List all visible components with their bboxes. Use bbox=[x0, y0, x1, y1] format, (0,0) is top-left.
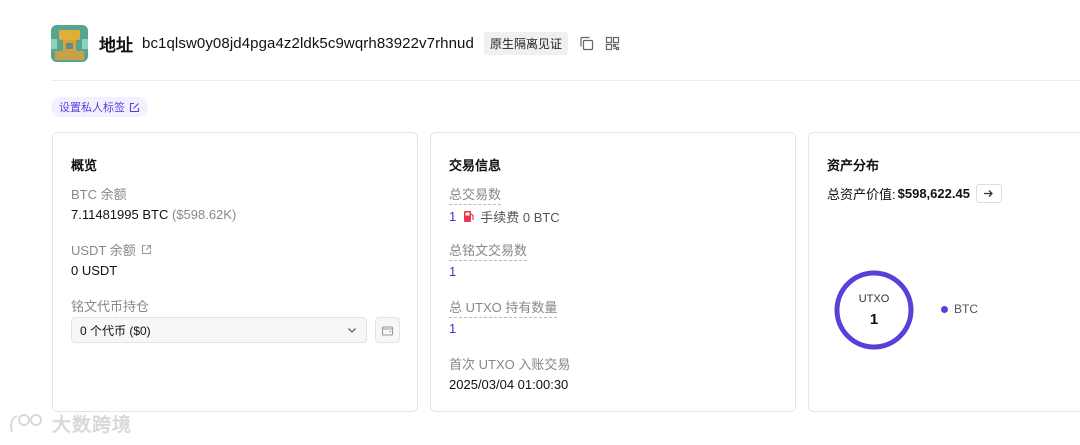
asset-distribution-title: 资产分布 bbox=[827, 158, 880, 173]
inscription-holdings-select[interactable]: 0 个代币 ($0) bbox=[71, 317, 367, 343]
qr-code-icon[interactable] bbox=[604, 35, 621, 52]
address-label: 地址 bbox=[99, 35, 133, 55]
chevron-down-icon bbox=[348, 328, 356, 333]
utxo-donut-chart bbox=[834, 270, 914, 350]
overview-card: 概览 BTC 余额 7.11481995 BTC ($598.62K) USDT… bbox=[52, 132, 418, 412]
arrow-right-icon bbox=[984, 190, 994, 197]
legend-item-btc[interactable]: BTC bbox=[941, 302, 978, 316]
gas-pump-icon bbox=[464, 211, 474, 222]
total-asset-value: $598,622.45 bbox=[897, 186, 970, 201]
transaction-info-title: 交易信息 bbox=[449, 158, 502, 173]
total-asset-arrow-button[interactable] bbox=[975, 184, 1002, 203]
total-tx-row: 1 手续费 0 BTC bbox=[449, 207, 560, 226]
wallet-button[interactable] bbox=[375, 317, 400, 343]
first-utxo-label: 首次 UTXO 入账交易 bbox=[449, 357, 571, 372]
asset-distribution-card: 资产分布 总资产价值: $598,622.45 UTXO 1 BTC bbox=[808, 132, 1080, 412]
watermark: 大数跨境 bbox=[8, 410, 132, 437]
utxo-count-value[interactable]: 1 bbox=[449, 321, 456, 336]
donut-label: UTXO bbox=[858, 293, 890, 305]
set-private-tag-label: 设置私人标签 bbox=[59, 102, 125, 114]
donut-value: 1 bbox=[869, 311, 879, 328]
watermark-logo-icon bbox=[10, 413, 42, 432]
address-value: bc1qlsw0y08jd4pga4z2ldk5c9wqrh83922v7rhn… bbox=[142, 34, 474, 52]
watermark-text: 大数跨境 bbox=[52, 415, 133, 436]
legend-label: BTC bbox=[954, 302, 978, 316]
first-utxo-value: 2025/03/04 01:00:30 bbox=[449, 377, 569, 392]
total-asset-row: 总资产价值: $598,622.45 bbox=[827, 184, 1002, 203]
address-avatar bbox=[51, 24, 88, 62]
copy-icon[interactable] bbox=[578, 35, 595, 52]
inscription-holdings-value: 0 个代币 ($0) bbox=[80, 323, 151, 338]
total-tx-value[interactable]: 1 bbox=[449, 209, 456, 224]
overview-title: 概览 bbox=[71, 158, 98, 173]
header-divider bbox=[51, 80, 1080, 81]
transaction-info-card: 交易信息 总交易数 1 手续费 0 BTC 总铭文交易数 1 总 UTXO 持有… bbox=[430, 132, 796, 412]
wallet-icon bbox=[381, 325, 394, 336]
fee-text: 手续费 0 BTC bbox=[480, 210, 560, 225]
address-header: 地址 bc1qlsw0y08jd4pga4z2ldk5c9wqrh83922v7… bbox=[51, 24, 621, 62]
btc-balance-label: BTC 余额 bbox=[71, 187, 127, 202]
edit-icon bbox=[129, 102, 140, 112]
btc-balance-usd: ($598.62K) bbox=[171, 207, 237, 222]
total-tx-label: 总交易数 bbox=[449, 184, 502, 205]
inscription-tx-value[interactable]: 1 bbox=[449, 264, 456, 279]
inscription-holdings-label: 铭文代币持仓 bbox=[71, 299, 150, 314]
set-private-tag-button[interactable]: 设置私人标签 bbox=[51, 97, 148, 117]
usdt-balance-value: 0 USDT bbox=[71, 263, 118, 278]
address-type-badge: 原生隔离见证 bbox=[483, 31, 568, 55]
inscription-tx-label: 总铭文交易数 bbox=[449, 240, 528, 261]
btc-balance-value: 7.11481995 BTC ($598.62K) bbox=[71, 207, 236, 222]
legend-dot bbox=[941, 305, 948, 313]
external-link-icon[interactable] bbox=[141, 244, 152, 255]
usdt-balance-label-row: USDT 余额 bbox=[71, 240, 152, 259]
utxo-count-label: 总 UTXO 持有数量 bbox=[449, 297, 558, 318]
total-asset-label: 总资产价值: bbox=[827, 187, 896, 202]
btc-balance-amount: 7.11481995 BTC bbox=[71, 207, 169, 222]
usdt-balance-label: USDT 余额 bbox=[71, 243, 136, 258]
